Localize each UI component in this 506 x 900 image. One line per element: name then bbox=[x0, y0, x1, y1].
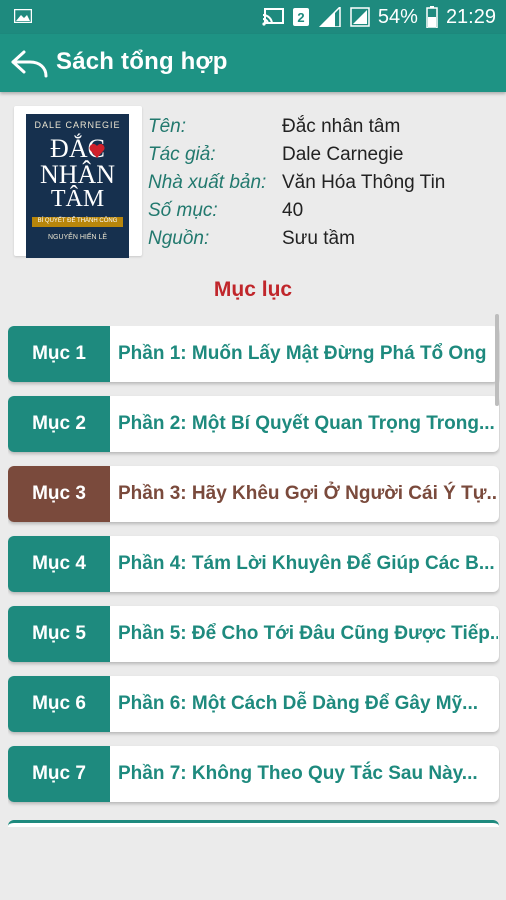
table-of-contents-heading: Mục lục bbox=[213, 278, 293, 301]
cover-publisher: NGUYỄN HIẾN LÊ bbox=[47, 234, 108, 241]
cover-author: DALE CARNEGIE bbox=[34, 120, 121, 130]
chapter-item[interactable]: Mục 4 Phần 4: Tám Lời Khuyên Để Giúp Các… bbox=[8, 536, 499, 592]
cover-subtitle: BÍ QUYẾT ĐỂ THÀNH CÔNG bbox=[37, 218, 118, 224]
status-bar: 2 54% 21:29 bbox=[0, 0, 506, 34]
field-label: Tác giả: bbox=[148, 144, 216, 165]
chapter-badge: Mục 3 bbox=[8, 466, 110, 522]
field-label: Số mục: bbox=[148, 200, 218, 221]
field-value: Đắc nhân tâm bbox=[282, 116, 401, 137]
chapter-title: Phần 6: Một Cách Dễ Dàng Để Gây Mỹ... bbox=[118, 693, 479, 714]
field-label: Tên: bbox=[148, 116, 187, 137]
gallery-notification-icon bbox=[14, 9, 32, 23]
field-value: 40 bbox=[282, 200, 304, 221]
book-cover-image: DALE CARNEGIE ĐẮC NHÂN TÂM BÍ QUYẾT ĐỂ T… bbox=[26, 114, 129, 258]
battery-icon bbox=[426, 6, 438, 28]
sim-badge-icon: 2 bbox=[292, 8, 309, 26]
signal-icon-2 bbox=[350, 7, 370, 27]
chapter-item[interactable]: Mục 6 Phần 6: Một Cách Dễ Dàng Để Gây Mỹ… bbox=[8, 676, 499, 732]
chapter-title: Phần 4: Tám Lời Khuyên Để Giúp Các B... bbox=[118, 553, 495, 574]
back-arrow-icon[interactable] bbox=[10, 48, 50, 80]
field-label: Nguồn: bbox=[148, 228, 210, 249]
chapter-badge: Mục 2 bbox=[8, 396, 110, 452]
chapter-title: Phần 1: Muốn Lấy Mật Đừng Phá Tổ Ong bbox=[118, 343, 487, 364]
chapter-title: Phần 3: Hãy Khêu Gợi Ở Người Cái Ý Tự... bbox=[118, 483, 498, 504]
book-info: DALE CARNEGIE ĐẮC NHÂN TÂM BÍ QUYẾT ĐỂ T… bbox=[0, 92, 506, 272]
chapter-title: Phần 7: Không Theo Quy Tắc Sau Này... bbox=[118, 763, 478, 784]
signal-icon bbox=[318, 7, 341, 27]
chapter-item[interactable]: Mục 7 Phần 7: Không Theo Quy Tắc Sau Này… bbox=[8, 746, 499, 802]
cover-title-line3: TÂM bbox=[50, 186, 105, 212]
cast-icon bbox=[262, 8, 284, 26]
chapter-item-partial[interactable] bbox=[8, 820, 499, 827]
chapter-list[interactable]: Mục 1 Phần 1: Muốn Lấy Mật Đừng Phá Tổ O… bbox=[8, 326, 500, 821]
app-bar: Sách tổng hợp bbox=[0, 34, 506, 92]
chapter-badge: Mục 6 bbox=[8, 676, 110, 732]
scrollbar-thumb[interactable] bbox=[495, 314, 499, 406]
field-value: Sưu tầm bbox=[282, 228, 355, 249]
clock: 21:29 bbox=[445, 5, 496, 28]
chapter-item-selected[interactable]: Mục 3 Phần 3: Hãy Khêu Gợi Ở Người Cái Ý… bbox=[8, 466, 499, 522]
chapter-badge: Mục 1 bbox=[8, 326, 110, 382]
chapter-item[interactable]: Mục 2 Phần 2: Một Bí Quyết Quan Trọng Tr… bbox=[8, 396, 499, 452]
book-cover: DALE CARNEGIE ĐẮC NHÂN TÂM BÍ QUYẾT ĐỂ T… bbox=[14, 106, 142, 258]
field-value: Dale Carnegie bbox=[282, 144, 404, 165]
chapter-title: Phần 5: Để Cho Tới Đâu Cũng Được Tiếp... bbox=[118, 623, 498, 644]
sim-badge-number: 2 bbox=[297, 10, 304, 25]
field-value: Văn Hóa Thông Tin bbox=[282, 172, 446, 193]
chapter-badge: Mục 4 bbox=[8, 536, 110, 592]
battery-percent: 54% bbox=[377, 5, 418, 28]
chapter-item[interactable]: Mục 5 Phần 5: Để Cho Tới Đâu Cũng Được T… bbox=[8, 606, 499, 662]
chapter-title: Phần 2: Một Bí Quyết Quan Trọng Trong... bbox=[118, 413, 495, 434]
chapter-badge: Mục 7 bbox=[8, 746, 110, 802]
app-title: Sách tổng hợp bbox=[56, 48, 228, 75]
heart-icon bbox=[89, 144, 105, 158]
field-label: Nhà xuất bản: bbox=[148, 172, 267, 193]
chapter-item[interactable]: Mục 1 Phần 1: Muốn Lấy Mật Đừng Phá Tổ O… bbox=[8, 326, 499, 382]
chapter-badge: Mục 5 bbox=[8, 606, 110, 662]
